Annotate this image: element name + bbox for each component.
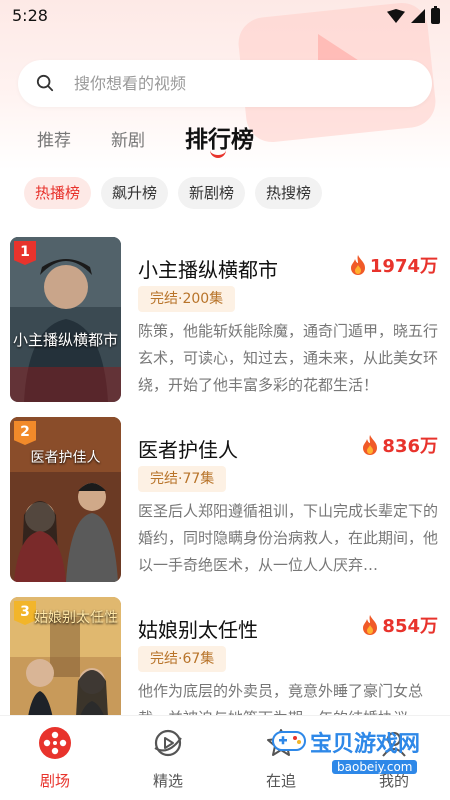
flame-icon xyxy=(363,615,378,635)
heat-value: 854万 xyxy=(382,616,438,637)
search-input[interactable] xyxy=(74,60,414,107)
tab-new[interactable]: 新剧 xyxy=(111,126,145,151)
status-badge: 完结·77集 xyxy=(138,466,227,492)
flame-icon xyxy=(363,435,378,455)
list-item[interactable]: 2 医者护佳人 医者护佳人 836万 完结·77集 医圣后人郑阳遵循祖训，下山完… xyxy=(0,408,450,582)
flame-icon xyxy=(350,255,365,275)
wifi-icon xyxy=(387,9,405,23)
heat-count: 1974万 xyxy=(350,252,438,278)
nav-label: 剧场 xyxy=(39,772,70,790)
status-bar: 5:28 xyxy=(0,0,450,34)
top-tabs: 推荐 新剧 排行榜 xyxy=(0,118,450,162)
status-time: 5:28 xyxy=(12,6,48,25)
heat-value: 1974万 xyxy=(369,256,438,277)
chip-search[interactable]: 热搜榜 xyxy=(255,177,323,209)
item-description: 陈策，他能斩妖能除魔，通奇门遁甲，晓五行玄术，可读心，知过去，通未来，从此美女环… xyxy=(138,322,438,394)
status-badge: 完结·200集 xyxy=(138,286,236,312)
status-icons xyxy=(387,6,440,24)
item-title[interactable]: 医者护佳人 xyxy=(138,434,238,463)
gamepad-icon xyxy=(272,731,306,751)
nav-theater[interactable]: 剧场 xyxy=(10,726,100,791)
item-title[interactable]: 小主播纵横都市 xyxy=(138,254,278,283)
item-title[interactable]: 姑娘别太任性 xyxy=(138,614,258,643)
battery-icon xyxy=(431,6,440,24)
list-item[interactable]: 1 小主播纵横都市 小主播纵横都市 1974万 完结·200集 陈策，他能斩妖能… xyxy=(0,228,450,402)
search-bar[interactable] xyxy=(18,60,432,107)
chip-rising[interactable]: 飙升榜 xyxy=(101,177,169,209)
watermark: 宝贝游戏网 baobeiy.com xyxy=(270,718,440,784)
watermark-text: 宝贝游戏网 xyxy=(310,732,421,757)
heat-count: 836万 xyxy=(362,432,438,458)
film-reel-icon xyxy=(39,727,71,759)
watermark-url: baobeiy.com xyxy=(332,760,418,774)
cover-image[interactable]: 1 小主播纵横都市 xyxy=(10,237,121,402)
cover-title: 姑娘别太任性 xyxy=(34,610,118,626)
cover-image[interactable]: 2 医者护佳人 xyxy=(10,417,121,582)
nav-featured[interactable]: 精选 xyxy=(123,726,213,791)
featured-play-icon xyxy=(154,729,182,757)
status-badge: 完结·67集 xyxy=(138,646,227,672)
tab-ranking[interactable]: 排行榜 xyxy=(185,120,254,154)
search-icon xyxy=(36,74,54,92)
cover-title: 医者护佳人 xyxy=(30,450,101,466)
rank-badge: 1 xyxy=(14,241,36,265)
rank-badge: 3 xyxy=(14,601,36,625)
chip-hot[interactable]: 热播榜 xyxy=(24,177,92,209)
ranking-chips: 热播榜 飙升榜 新剧榜 热搜榜 xyxy=(24,177,323,209)
heat-count: 854万 xyxy=(362,612,438,638)
rank-badge: 2 xyxy=(14,421,36,445)
signal-icon xyxy=(411,9,425,23)
heat-value: 836万 xyxy=(382,436,438,457)
nav-label: 精选 xyxy=(152,772,183,790)
item-description: 医圣后人郑阳遵循祖训，下山完成长辈定下的婚约，同时隐瞒身份治病救人，在此期间，他… xyxy=(138,502,438,574)
chip-new[interactable]: 新剧榜 xyxy=(178,177,246,209)
cover-title: 小主播纵横都市 xyxy=(12,331,118,349)
tab-recommend[interactable]: 推荐 xyxy=(37,126,71,151)
